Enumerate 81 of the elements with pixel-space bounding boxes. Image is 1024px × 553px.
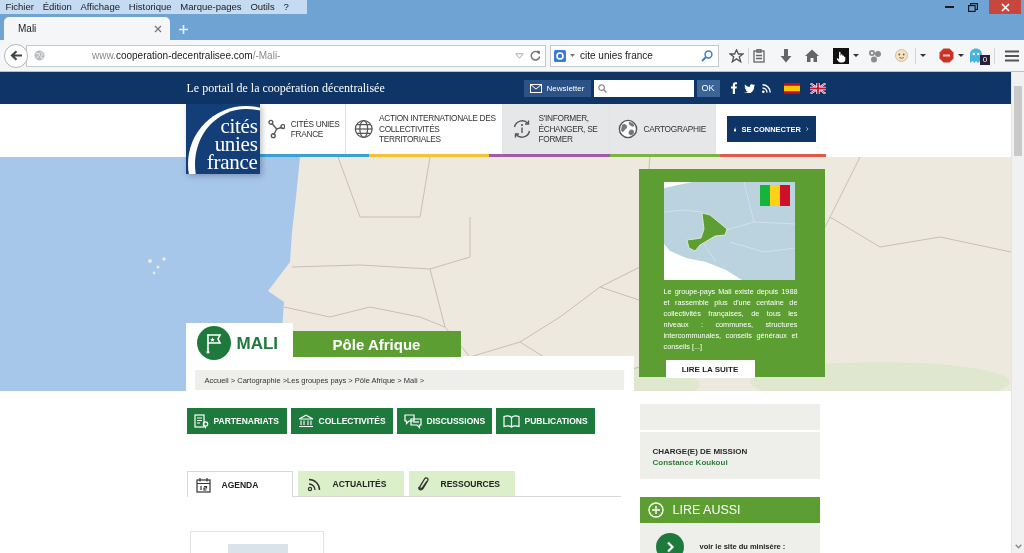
envelope-icon [529,83,542,93]
caret-icon[interactable] [920,54,926,57]
download-icon[interactable] [780,48,792,63]
ghost-icon[interactable] [969,47,983,64]
book-icon [502,414,520,428]
region-banner: Pôle Afrique [292,331,461,357]
bird-icon[interactable] [743,83,755,93]
lock-icon [733,124,737,134]
star-icon[interactable] [729,48,744,63]
chevron-right-icon [806,124,809,134]
nav-item[interactable]: S'INFORMER, ÉCHANGER, SE FORMER [502,104,610,154]
menu-icon[interactable] [1005,49,1019,62]
menu-item[interactable]: Historique [124,0,176,14]
circles-icon[interactable] [868,48,882,63]
section-button[interactable]: DISCUSSIONS [396,408,492,434]
minimize-icon [944,6,954,8]
section-button[interactable]: PARTENARIATS [186,408,287,434]
chevron-down-icon[interactable] [1014,544,1022,549]
document-pin-icon [193,413,209,429]
back-arrow-icon [9,50,23,61]
search-field[interactable] [593,79,694,97]
scrollbar-track[interactable] [1011,72,1024,553]
section-button[interactable]: PUBLICATIONS [495,408,595,434]
tab[interactable]: ACTUALITÉS [297,471,404,496]
menu-item[interactable]: ? [279,0,294,14]
read-more-button[interactable]: LIRE LA SUITE [665,360,755,378]
globe-icon [353,119,373,139]
rss-icon [306,476,322,492]
plus-circle-icon [647,502,664,518]
menu-item[interactable]: Outils [246,0,280,14]
close-button[interactable] [989,0,1021,14]
browser-tab[interactable]: Mali [4,17,170,40]
stop-sign-icon[interactable] [939,48,954,63]
back-button[interactable] [4,43,28,68]
globe-icon [34,50,45,61]
spanish-flag-icon[interactable] [783,82,800,94]
close-icon [1000,2,1010,12]
scrollbar-thumb[interactable] [1014,86,1022,156]
earth-icon [617,119,638,139]
logo-text: cités unies france [206,117,258,171]
tab[interactable]: AGENDA [186,471,293,497]
notification-count: 0 [980,54,990,65]
rss-icon[interactable] [761,83,771,93]
section-title: LIRE AUSSI [672,503,741,517]
caret-icon[interactable] [853,54,859,57]
site-tagline: Le portail de la coopération décentralisée [186,80,385,96]
contact-role: CHARGE(E) DE MISSION [652,446,749,457]
newsletter-button[interactable]: Newsletter [523,79,591,97]
url-text: www.cooperation-decentralisee.com/-Mali- [92,50,281,61]
close-icon[interactable] [154,24,162,33]
search-icon[interactable] [701,49,713,62]
paperclip-icon [417,476,430,492]
menu-item[interactable]: Édition [38,0,77,14]
menu-item[interactable]: Affichage [76,0,125,14]
menu-item[interactable]: Fichier [1,0,39,14]
restore-icon [968,2,978,12]
section-button[interactable]: COLLECTIVITÉS [290,408,393,434]
network-icon [267,119,285,139]
facebook-icon[interactable] [730,82,737,94]
reload-icon[interactable] [530,50,541,61]
home-icon[interactable] [805,49,819,62]
calendar-icon [195,476,211,493]
clipboard-icon[interactable] [753,48,765,63]
menu-item[interactable]: Marque-pages [175,0,246,14]
contact-name[interactable]: Constance Koukoui [652,457,820,468]
nav-item[interactable]: CARTOGRAPHIE [609,104,716,154]
search-icon [597,83,607,93]
ok-button[interactable]: OK [696,79,720,97]
caret-icon[interactable] [958,54,964,57]
country-title: MALI [236,335,279,353]
flag-icon [759,185,790,206]
british-flag-icon[interactable] [809,82,826,94]
search-field[interactable]: cite unies france [550,44,719,67]
search-engine-icon[interactable] [554,49,566,62]
building-icon [297,414,314,428]
speech-bubbles-icon [403,413,422,429]
hand-icon[interactable] [833,47,849,64]
address-bar[interactable]: www.cooperation-decentralisee.com/-Mali- [26,44,546,67]
search-text: cite unies france [580,50,653,61]
tab[interactable]: RESSOURCES [408,471,515,496]
face-icon[interactable] [895,49,908,62]
